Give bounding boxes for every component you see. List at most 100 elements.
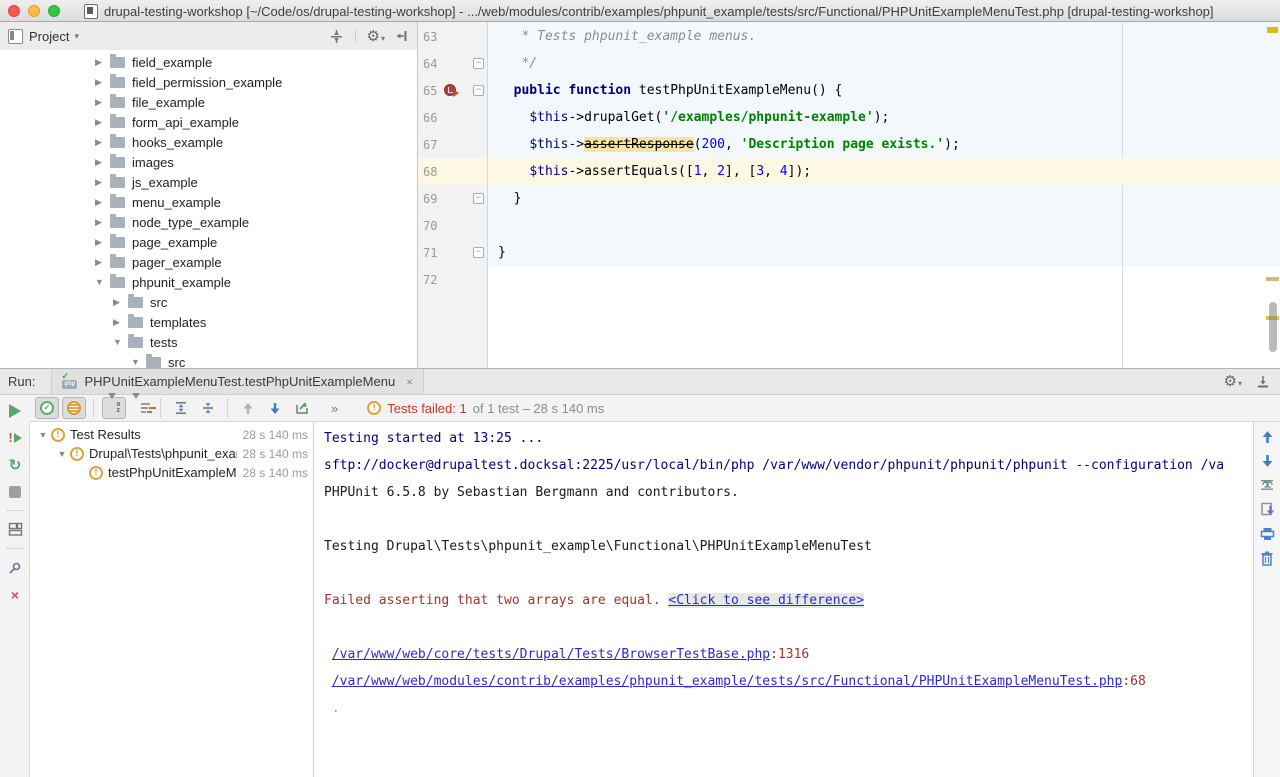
scroll-to-end-button[interactable] — [1260, 502, 1275, 517]
console-link[interactable]: /var/www/web/core/tests/Drupal/Tests/Bro… — [332, 647, 770, 662]
toggle-auto-test-button[interactable]: ↻ — [4, 454, 26, 475]
project-tree-item[interactable]: ▶field_permission_example — [0, 72, 417, 92]
soft-wrap-button[interactable] — [1260, 478, 1275, 492]
expand-arrow-icon[interactable]: ▶ — [95, 177, 110, 188]
test-tree-row[interactable]: ▼!Test Results28 s 140 ms — [30, 425, 313, 444]
code-line[interactable]: } — [488, 239, 1280, 266]
expand-arrow-icon[interactable]: ▶ — [95, 157, 110, 168]
expand-arrow-icon[interactable]: ▶ — [95, 237, 110, 248]
export-test-results-button[interactable] — [290, 397, 314, 419]
next-failed-test-button[interactable] — [263, 397, 287, 419]
more-actions-chevron[interactable]: » — [331, 401, 338, 416]
code-line[interactable]: * Tests phpunit_example menus. — [488, 23, 1280, 50]
code-line[interactable]: $this->assertResponse(200, 'Description … — [488, 131, 1280, 158]
project-tree-item[interactable]: ▼tests — [0, 332, 417, 352]
show-passed-toggle[interactable]: ✓ — [35, 397, 59, 419]
fold-marker-icon[interactable]: − — [473, 193, 484, 204]
down-stack-trace-button[interactable] — [1261, 454, 1274, 468]
project-panel-title[interactable]: Project — [29, 29, 69, 44]
close-panel-button[interactable]: × — [4, 584, 26, 605]
code-line[interactable]: public function testPhpUnitExampleMenu()… — [488, 77, 1280, 104]
expand-arrow-icon[interactable]: ▶ — [95, 257, 110, 268]
print-button[interactable] — [1260, 527, 1275, 541]
exclamation-icon: ! — [8, 430, 12, 445]
project-tree-item[interactable]: ▶field_example — [0, 52, 417, 72]
close-tab-icon[interactable]: × — [406, 375, 413, 389]
run-configuration-tab[interactable]: php ✓ PHPUnitExampleMenuTest.testPhpUnit… — [51, 369, 424, 394]
run-panel-settings-button[interactable]: ⚙▾ — [1224, 374, 1242, 389]
hide-panel-down-icon[interactable] — [1256, 375, 1270, 389]
collapse-arrow-icon[interactable]: ▼ — [95, 277, 110, 287]
gutter-row: 67 — [418, 131, 487, 158]
fold-marker-icon[interactable]: − — [473, 58, 484, 69]
test-tree-row[interactable]: ▼!Drupal\Tests\phpunit_example\Functiona… — [30, 444, 313, 463]
fold-marker-icon[interactable]: − — [473, 85, 484, 96]
warning-stripe-mark[interactable] — [1266, 277, 1279, 281]
expand-arrow-icon[interactable]: ▶ — [95, 117, 110, 128]
project-settings-button[interactable]: ⚙▾ — [367, 29, 385, 44]
project-tree-item[interactable]: ▶page_example — [0, 232, 417, 252]
expand-all-button[interactable] — [169, 397, 193, 419]
collapse-arrow-icon[interactable]: ▼ — [113, 337, 128, 347]
folder-name: pager_example — [132, 255, 222, 270]
expand-arrow-icon[interactable]: ▶ — [113, 297, 128, 308]
collapse-all-button[interactable] — [196, 397, 220, 419]
code-line[interactable]: */ — [488, 50, 1280, 77]
up-stack-trace-button[interactable] — [1261, 430, 1274, 444]
sort-by-duration-toggle[interactable] — [129, 397, 153, 419]
project-tree-item[interactable]: ▶hooks_example — [0, 132, 417, 152]
console-link[interactable]: /var/www/web/modules/contrib/examples/ph… — [332, 674, 1123, 689]
close-window-button[interactable] — [8, 5, 20, 17]
editor-gutter: 6364−65−66676869−7071−72 — [418, 22, 488, 368]
code-line[interactable]: $this->drupalGet('/examples/phpunit-exam… — [488, 104, 1280, 131]
collapse-arrow-icon[interactable]: ▼ — [131, 357, 146, 367]
scroll-from-source-icon[interactable] — [329, 29, 344, 44]
show-ignored-toggle[interactable] — [62, 397, 86, 419]
collapse-arrow-icon[interactable]: ▼ — [35, 430, 51, 440]
project-tree-item[interactable]: ▼src — [0, 352, 417, 368]
expand-arrow-icon[interactable]: ▶ — [95, 97, 110, 108]
code-editor[interactable]: * Tests phpunit_example menus. */ public… — [418, 22, 1280, 368]
project-tree-item[interactable]: ▶src — [0, 292, 417, 312]
stop-button[interactable] — [4, 481, 26, 502]
code-line[interactable]: $this->assertEquals([1, 2], [3, 4]); — [488, 158, 1280, 185]
failed-test-run-icon[interactable] — [444, 84, 456, 96]
project-tree-item[interactable]: ▶menu_example — [0, 192, 417, 212]
editor-code-area[interactable]: * Tests phpunit_example menus. */ public… — [488, 22, 1280, 368]
project-tree-item[interactable]: ▶ pager_example — [0, 252, 417, 272]
expand-arrow-icon[interactable]: ▶ — [95, 197, 110, 208]
project-tree-item[interactable]: ▶templates — [0, 312, 417, 332]
project-tree-item[interactable]: ▶node_type_example — [0, 212, 417, 232]
hide-panel-icon[interactable] — [396, 29, 409, 43]
project-tree-item[interactable]: ▶file_example — [0, 92, 417, 112]
project-tree-item[interactable]: ▶form_api_example — [0, 112, 417, 132]
expand-arrow-icon[interactable]: ▶ — [95, 77, 110, 88]
project-tree-item[interactable]: ▼phpunit_example — [0, 272, 417, 292]
sort-alphabetically-toggle[interactable]: az — [102, 397, 126, 419]
collapse-arrow-icon[interactable]: ▼ — [54, 449, 70, 459]
test-tree-row[interactable]: !testPhpUnitExampleMenu28 s 140 ms — [30, 463, 313, 482]
fold-marker-icon[interactable]: − — [473, 247, 484, 258]
expand-arrow-icon[interactable]: ▶ — [113, 317, 128, 328]
editor-scrollbar-thumb[interactable] — [1269, 302, 1277, 352]
previous-failed-test-button[interactable] — [236, 397, 260, 419]
inspection-status-square[interactable] — [1267, 27, 1278, 33]
minimize-window-button[interactable] — [28, 5, 40, 17]
console-link[interactable]: <Click to see difference> — [668, 593, 864, 608]
clear-console-button[interactable] — [1260, 551, 1274, 566]
code-line[interactable] — [488, 266, 1280, 293]
code-line[interactable]: } — [488, 185, 1280, 212]
run-console[interactable]: Testing started at 13:25 ...sftp://docke… — [314, 422, 1253, 777]
code-line[interactable] — [488, 212, 1280, 239]
expand-arrow-icon[interactable]: ▶ — [95, 137, 110, 148]
project-tree-item[interactable]: ▶images — [0, 152, 417, 172]
expand-arrow-icon[interactable]: ▶ — [95, 57, 110, 68]
chevron-down-icon[interactable]: ▾ — [74, 31, 79, 42]
rerun-failed-tests-button[interactable]: ! — [4, 427, 26, 448]
restore-layout-button[interactable] — [4, 519, 26, 540]
expand-arrow-icon[interactable]: ▶ — [95, 217, 110, 228]
rerun-button[interactable] — [4, 400, 26, 421]
fullscreen-window-button[interactable] — [48, 5, 60, 17]
pin-tab-button[interactable] — [4, 557, 26, 578]
project-tree-item[interactable]: ▶js_example — [0, 172, 417, 192]
